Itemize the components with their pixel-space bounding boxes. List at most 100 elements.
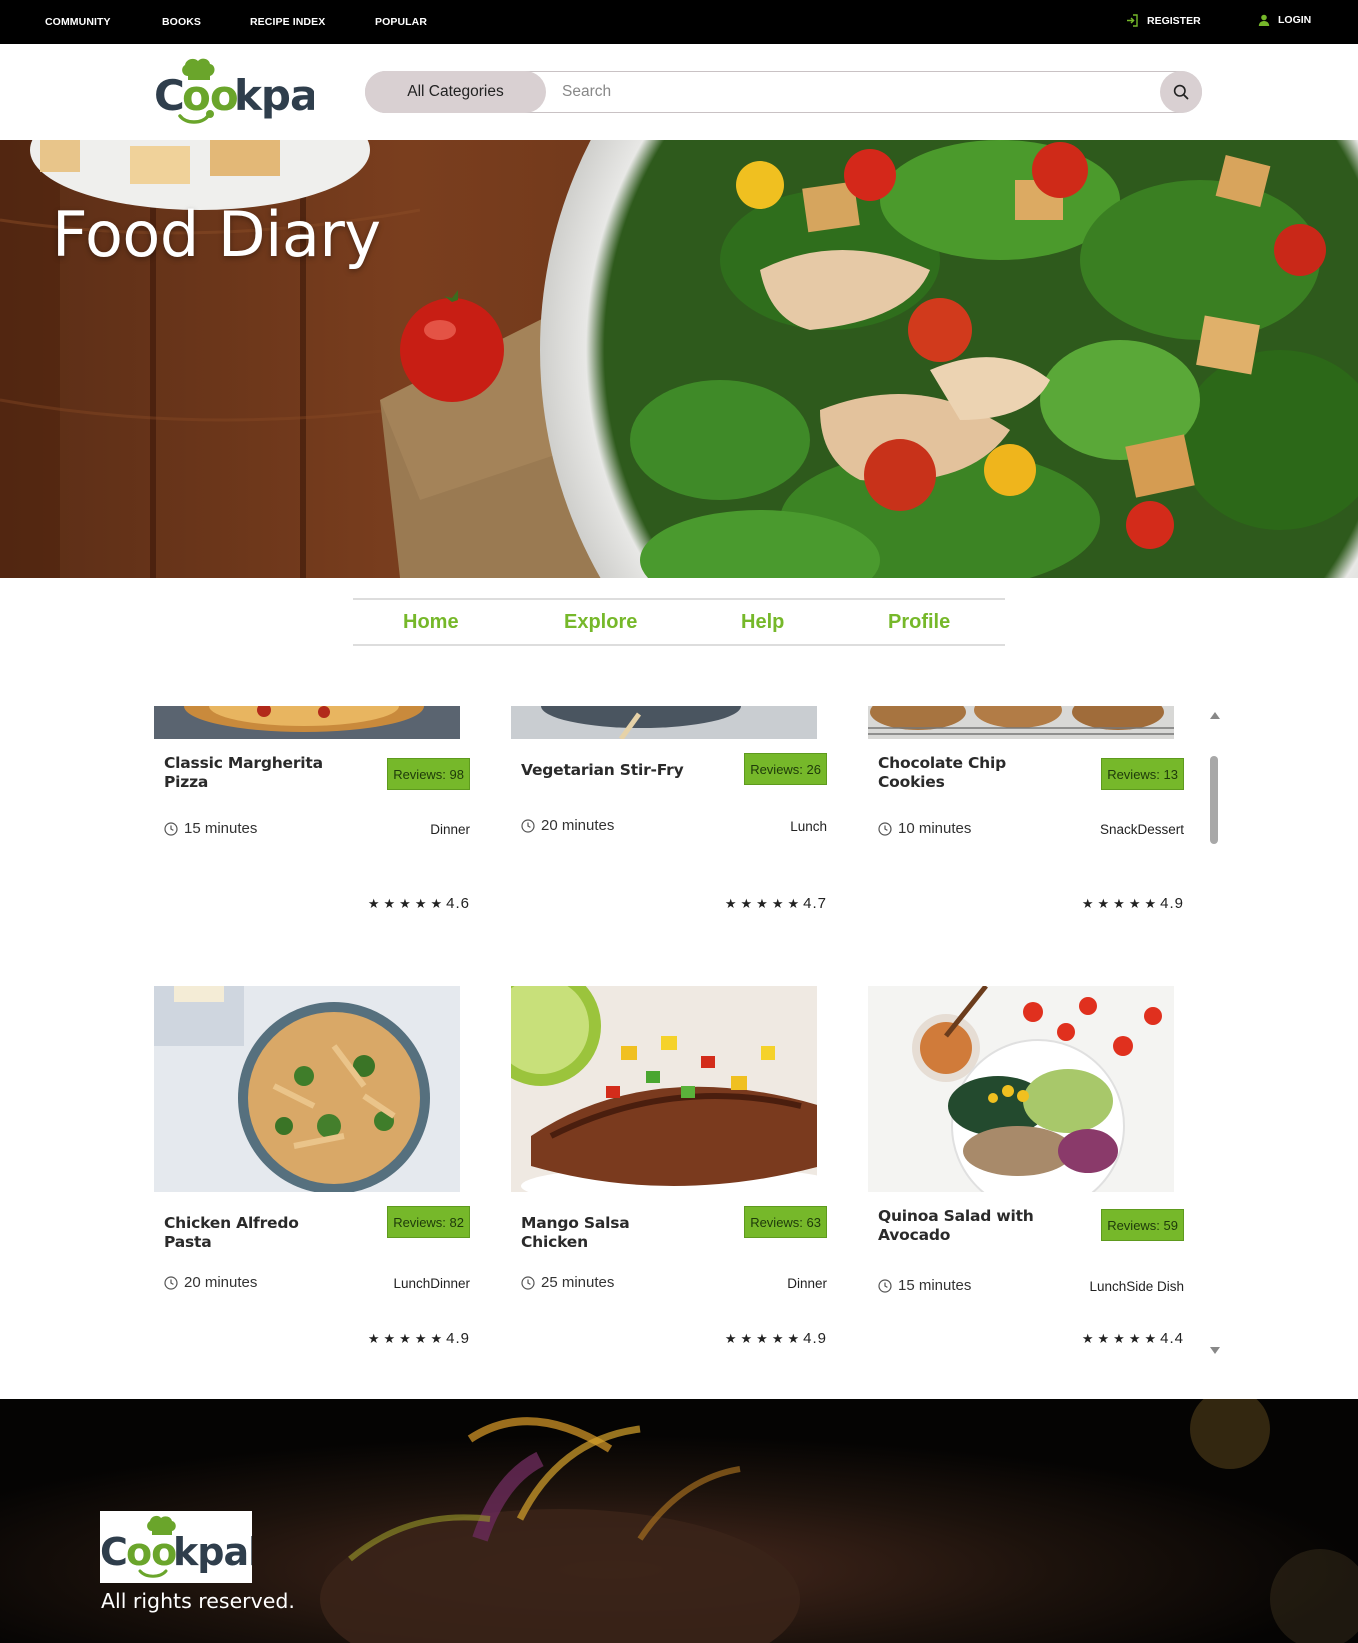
search-input[interactable]: [562, 80, 1122, 104]
cook-time: 10 minutes: [878, 820, 971, 837]
rating-stars: ★★★★★: [367, 896, 447, 911]
scroll-down-arrow-icon[interactable]: [1210, 1347, 1220, 1354]
recipe-name[interactable]: Vegetarian Stir-Fry: [521, 761, 696, 780]
recipe-card[interactable]: Classic Margherita Pizza Reviews: 98 15 …: [154, 706, 470, 966]
recipe-name[interactable]: Chocolate Chip Cookies: [878, 754, 1053, 792]
cook-time: 15 minutes: [878, 1277, 971, 1294]
svg-text:kpal: kpal: [234, 71, 314, 120]
nav-popular-link[interactable]: POPULAR: [375, 16, 427, 28]
recipe-image: [511, 986, 817, 1192]
search-icon: [1173, 84, 1189, 99]
nav-community-link[interactable]: COMMUNITY: [45, 16, 111, 28]
rating-value: 4.6: [446, 895, 470, 912]
rating: ★★★★★4.9: [368, 1330, 470, 1347]
rating: ★★★★★4.9: [1082, 895, 1184, 912]
cook-time-label: 15 minutes: [184, 820, 258, 837]
reviews-badge: Reviews: 82: [387, 1206, 470, 1238]
hero-title: Food Diary: [52, 198, 381, 271]
recipe-image: [154, 706, 460, 739]
svg-text:oo: oo: [182, 71, 238, 120]
meal-type: SnackDessert: [1099, 822, 1184, 837]
nav-books-link[interactable]: BOOKS: [162, 16, 201, 28]
clock-icon: [164, 1275, 178, 1290]
category-dropdown[interactable]: All Categories: [365, 70, 546, 113]
cookpal-logo[interactable]: C oo kpal: [154, 52, 314, 132]
meal-type: Dinner: [787, 1276, 827, 1291]
search-button[interactable]: [1160, 70, 1202, 113]
rating-value: 4.9: [446, 1330, 470, 1347]
rating-stars: ★★★★★: [1081, 896, 1161, 911]
svg-text:kpal: kpal: [173, 1530, 252, 1574]
rating: ★★★★★4.7: [725, 895, 827, 912]
rating-value: 4.7: [803, 895, 827, 912]
rating: ★★★★★4.9: [725, 1330, 827, 1347]
copyright-text: All rights reserved.: [101, 1589, 295, 1613]
login-label: LOGIN: [1278, 14, 1312, 26]
section-tabs: Home Explore Help Profile: [353, 598, 1005, 646]
cook-time-label: 20 minutes: [541, 817, 615, 834]
rating-stars: ★★★★★: [367, 1331, 447, 1346]
cook-time-label: 15 minutes: [898, 1277, 972, 1294]
scroll-thumb[interactable]: [1210, 756, 1218, 844]
scroll-up-arrow-icon[interactable]: [1210, 712, 1220, 719]
meal-type: LunchDinner: [393, 1276, 470, 1291]
rating-value: 4.9: [803, 1330, 827, 1347]
recipe-card[interactable]: Vegetarian Stir-Fry Reviews: 26 20 minut…: [511, 706, 827, 966]
reviews-badge: Reviews: 26: [744, 753, 827, 785]
recipe-name[interactable]: Quinoa Salad with Avocado: [878, 1207, 1053, 1245]
tab-explore[interactable]: Explore: [564, 611, 637, 634]
user-icon: [1258, 14, 1270, 26]
reviews-badge: Reviews: 13: [1101, 758, 1184, 790]
rating-stars: ★★★★★: [1081, 1331, 1161, 1346]
recipe-image: [868, 986, 1174, 1192]
recipe-name[interactable]: Chicken Alfredo Pasta: [164, 1214, 339, 1252]
cook-time: 15 minutes: [164, 820, 257, 837]
reviews-badge: Reviews: 98: [387, 758, 470, 790]
footer-cookpal-logo[interactable]: C oo kpal: [100, 1511, 261, 1583]
recipe-grid: Classic Margherita Pizza Reviews: 98 15 …: [154, 706, 1224, 1360]
clock-icon: [878, 821, 892, 836]
recipe-name[interactable]: Classic Margherita Pizza: [164, 754, 339, 792]
site-footer: C oo kpal All rights reserved.: [0, 1399, 1358, 1643]
tab-profile[interactable]: Profile: [888, 611, 950, 634]
nav-recipe-index-link[interactable]: RECIPE INDEX: [250, 16, 325, 28]
recipe-card[interactable]: Mango Salsa Chicken Reviews: 63 25 minut…: [511, 986, 827, 1360]
recipe-card[interactable]: Chicken Alfredo Pasta Reviews: 82 20 min…: [154, 986, 470, 1360]
rating-value: 4.9: [1160, 895, 1184, 912]
rating: ★★★★★4.6: [368, 895, 470, 912]
recipe-name[interactable]: Mango Salsa Chicken: [521, 1214, 696, 1252]
recipe-image: [868, 706, 1174, 739]
register-link[interactable]: REGISTER: [1126, 14, 1201, 27]
rating-stars: ★★★★★: [724, 896, 804, 911]
site-header: C oo kpal All Categories: [0, 44, 1358, 140]
register-label: REGISTER: [1147, 14, 1201, 27]
recipe-image: [154, 986, 460, 1192]
cook-time-label: 25 minutes: [541, 1274, 615, 1291]
svg-text:C: C: [154, 71, 184, 120]
rating: ★★★★★4.4: [1082, 1330, 1184, 1347]
clock-icon: [164, 821, 178, 836]
recipe-card[interactable]: Chocolate Chip Cookies Reviews: 13 10 mi…: [868, 706, 1184, 966]
clock-icon: [521, 818, 535, 833]
meal-type: LunchSide Dish: [1089, 1279, 1184, 1294]
hero-banner: Food Diary: [0, 140, 1358, 578]
recipe-image: [511, 706, 817, 739]
rating-stars: ★★★★★: [724, 1331, 804, 1346]
svg-text:oo: oo: [126, 1530, 176, 1574]
tab-help[interactable]: Help: [741, 611, 784, 634]
recipe-card[interactable]: Quinoa Salad with Avocado Reviews: 59 15…: [868, 986, 1184, 1360]
cook-time-label: 20 minutes: [184, 1274, 258, 1291]
sign-in-icon: [1127, 14, 1138, 27]
recipe-grid-scrollbar[interactable]: [1206, 706, 1222, 1360]
reviews-badge: Reviews: 63: [744, 1206, 827, 1238]
login-link[interactable]: LOGIN: [1258, 14, 1311, 26]
chef-hat-icon: C oo kpal: [100, 1515, 261, 1578]
cook-time-label: 10 minutes: [898, 820, 972, 837]
clock-icon: [878, 1278, 892, 1293]
tab-home[interactable]: Home: [403, 611, 459, 634]
category-label: All Categories: [407, 82, 504, 100]
reviews-badge: Reviews: 59: [1101, 1209, 1184, 1241]
meal-type: Dinner: [430, 822, 470, 837]
cook-time: 20 minutes: [521, 817, 614, 834]
rating-value: 4.4: [1160, 1330, 1184, 1347]
